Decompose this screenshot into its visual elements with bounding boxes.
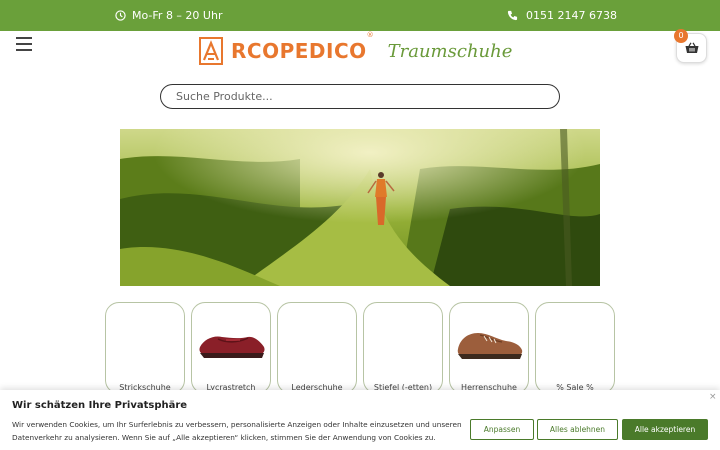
cart-count-badge: 0 xyxy=(674,29,688,43)
site-logo[interactable]: RCOPEDICO ® Traumschuhe xyxy=(199,31,529,67)
category-tile-lederschuhe[interactable]: Lederschuhe xyxy=(277,302,357,394)
hamburger-menu-icon[interactable] xyxy=(16,36,32,52)
opening-hours-text: Mo-Fr 8 – 20 Uhr xyxy=(132,9,223,22)
category-tile-lycrastretch[interactable]: Lycrastretch xyxy=(191,302,271,394)
logo-subtitle: Traumschuhe xyxy=(387,40,513,62)
basket-icon xyxy=(685,42,699,53)
phone-link[interactable]: 0151 2147 6738 xyxy=(507,9,617,22)
cookie-consent-banner: × Wir schätzen Ihre Privatsphäre Wir ver… xyxy=(0,390,720,450)
logo-brand-text: RCOPEDICO xyxy=(231,39,367,63)
logo-a-mark xyxy=(199,37,223,65)
top-bar: Mo-Fr 8 – 20 Uhr 0151 2147 6738 xyxy=(0,0,720,31)
red-shoe-image xyxy=(199,336,265,358)
product-search-input[interactable] xyxy=(160,84,560,109)
category-tile-stiefel[interactable]: Stiefel (-etten) xyxy=(363,302,443,394)
phone-number[interactable]: 0151 2147 6738 xyxy=(526,9,617,22)
cookie-title: Wir schätzen Ihre Privatsphäre xyxy=(12,400,188,411)
category-tile-sale[interactable]: % Sale % xyxy=(535,302,615,394)
close-icon[interactable]: × xyxy=(709,392,717,402)
brown-shoe-image xyxy=(457,333,523,359)
reject-all-button[interactable]: Alles ablehnen xyxy=(537,419,618,440)
category-tile-strickschuhe[interactable]: Strickschuhe xyxy=(105,302,185,394)
opening-hours: Mo-Fr 8 – 20 Uhr xyxy=(115,9,222,22)
phone-icon xyxy=(507,10,518,21)
hero-banner-image xyxy=(120,129,600,286)
category-tile-herrenschuhe[interactable]: Herrenschuhe xyxy=(449,302,529,394)
cart-button[interactable]: 0 xyxy=(674,29,707,63)
cookie-text: Wir verwenden Cookies, um Ihr Surferlebn… xyxy=(12,420,462,442)
logo-registered: ® xyxy=(366,31,374,39)
accept-all-button[interactable]: Alle akzeptieren xyxy=(622,419,708,440)
clock-icon xyxy=(115,10,126,21)
customize-button[interactable]: Anpassen xyxy=(470,419,534,440)
